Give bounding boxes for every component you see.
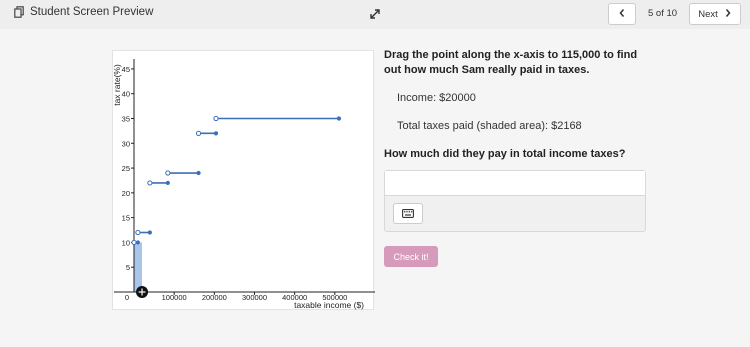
y-tick-label: 15: [122, 214, 130, 223]
y-tick-label: 25: [122, 164, 130, 173]
expand-icon[interactable]: [369, 7, 381, 25]
x-tick-label: 100000: [162, 293, 187, 302]
closed-endpoint: [165, 180, 170, 186]
open-endpoint: [213, 115, 219, 122]
closed-endpoint: [135, 240, 140, 245]
keyboard-icon: [402, 205, 414, 223]
question-prompt: Drag the point along the x-axis to 115,0…: [384, 49, 638, 76]
preview-title-text: Student Screen Preview: [30, 6, 154, 18]
x-tick-label: 300000: [242, 293, 267, 302]
closed-endpoint: [196, 170, 201, 176]
y-axis-label: tax rate(%): [113, 64, 122, 106]
page-count: 5 of 10: [648, 8, 678, 19]
y-tick-label: 40: [122, 90, 130, 99]
x-tick-label: 0: [125, 293, 129, 302]
y-tick-label: 10: [122, 238, 130, 247]
x-axis-label: taxable income ($): [294, 300, 364, 310]
keyboard-button[interactable]: [393, 203, 423, 224]
answer-box: [384, 170, 646, 232]
answer-input[interactable]: [385, 171, 645, 196]
chevron-right-icon: [724, 8, 732, 21]
x-tick-label: 200000: [202, 293, 227, 302]
open-endpoint: [165, 170, 171, 176]
next-label: Next: [698, 8, 718, 20]
closed-endpoint: [336, 116, 342, 121]
question-panel: Drag the point along the x-axis to 115,0…: [384, 48, 646, 78]
closed-endpoint: [147, 230, 152, 235]
top-bar: Student Screen Preview 5 of 10 Next: [0, 0, 750, 29]
y-tick-label: 30: [122, 139, 130, 148]
open-endpoint: [135, 229, 141, 236]
income-text: Income: $20000: [397, 92, 476, 104]
followup-question: How much did they pay in total income ta…: [384, 148, 626, 160]
chart-svg: 510152025303540450 100000 200000 300000 4000…: [113, 59, 375, 310]
copy-icon: [14, 6, 24, 18]
tax-rate-chart: 5 10 15 20 25 30 35 40 45 0 100000 200000 300000 4000…: [112, 50, 375, 310]
shaded-area: [134, 242, 143, 292]
open-endpoint: [131, 239, 137, 246]
closed-endpoint: [213, 131, 219, 136]
y-tick-label: 20: [122, 189, 130, 198]
y-tick-label: 45: [122, 65, 130, 74]
check-it-button[interactable]: Check it!: [384, 246, 438, 267]
previous-button[interactable]: [608, 3, 636, 25]
preview-title: Student Screen Preview: [14, 6, 153, 18]
next-button[interactable]: Next: [689, 3, 741, 25]
taxes-paid-text: Total taxes paid (shaded area): $2168: [397, 120, 582, 132]
open-endpoint: [195, 130, 202, 136]
open-endpoint: [147, 180, 153, 186]
y-tick-label: 5: [126, 263, 130, 272]
y-tick-label: 35: [122, 114, 130, 123]
chevron-left-icon: [618, 7, 626, 21]
